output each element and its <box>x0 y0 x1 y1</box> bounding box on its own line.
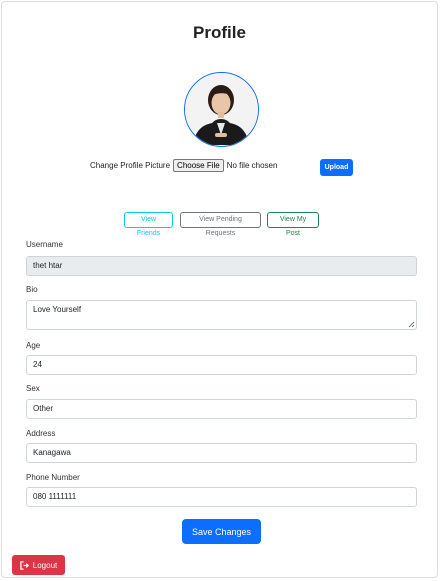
upload-button[interactable]: Upload <box>320 159 353 176</box>
view-my-post-button[interactable]: View My Post <box>267 212 319 237</box>
avatar <box>184 72 259 147</box>
address-label: Address <box>26 429 56 438</box>
bio-label: Bio <box>26 285 38 294</box>
address-field[interactable]: Kanagawa <box>26 443 417 463</box>
phone-label: Phone Number <box>26 473 80 482</box>
sex-field[interactable]: Other <box>26 399 417 419</box>
logout-button[interactable]: Logout <box>12 555 65 575</box>
bio-value: Love Yourself <box>33 305 82 314</box>
username-label: Username <box>26 240 63 249</box>
save-changes-button[interactable]: Save Changes <box>182 519 261 544</box>
sex-label: Sex <box>26 384 40 393</box>
bio-textarea[interactable]: Love Yourself <box>26 300 417 330</box>
age-label: Age <box>26 341 41 350</box>
view-friends-button[interactable]: View Friends <box>124 212 173 237</box>
username-field: thet htar <box>26 256 417 276</box>
change-picture-label: Change Profile Picture <box>90 160 171 170</box>
profile-card: Profile Change Profile Picture Choose Fi… <box>1 1 438 578</box>
logout-label: Logout <box>32 560 58 570</box>
phone-field[interactable]: 080 1111111 <box>26 487 417 507</box>
age-field[interactable]: 24 <box>26 355 417 375</box>
page-title: Profile <box>193 23 246 42</box>
view-pending-requests-button[interactable]: View Pending Requests <box>180 212 261 237</box>
resize-grip-icon[interactable] <box>408 321 414 327</box>
choose-file-button[interactable]: Choose File <box>173 158 224 172</box>
logout-icon <box>20 560 29 570</box>
file-status: No file chosen <box>226 160 278 170</box>
profile-picture-row: Change Profile Picture Choose File No fi… <box>90 157 277 173</box>
profile-photo <box>185 73 257 145</box>
